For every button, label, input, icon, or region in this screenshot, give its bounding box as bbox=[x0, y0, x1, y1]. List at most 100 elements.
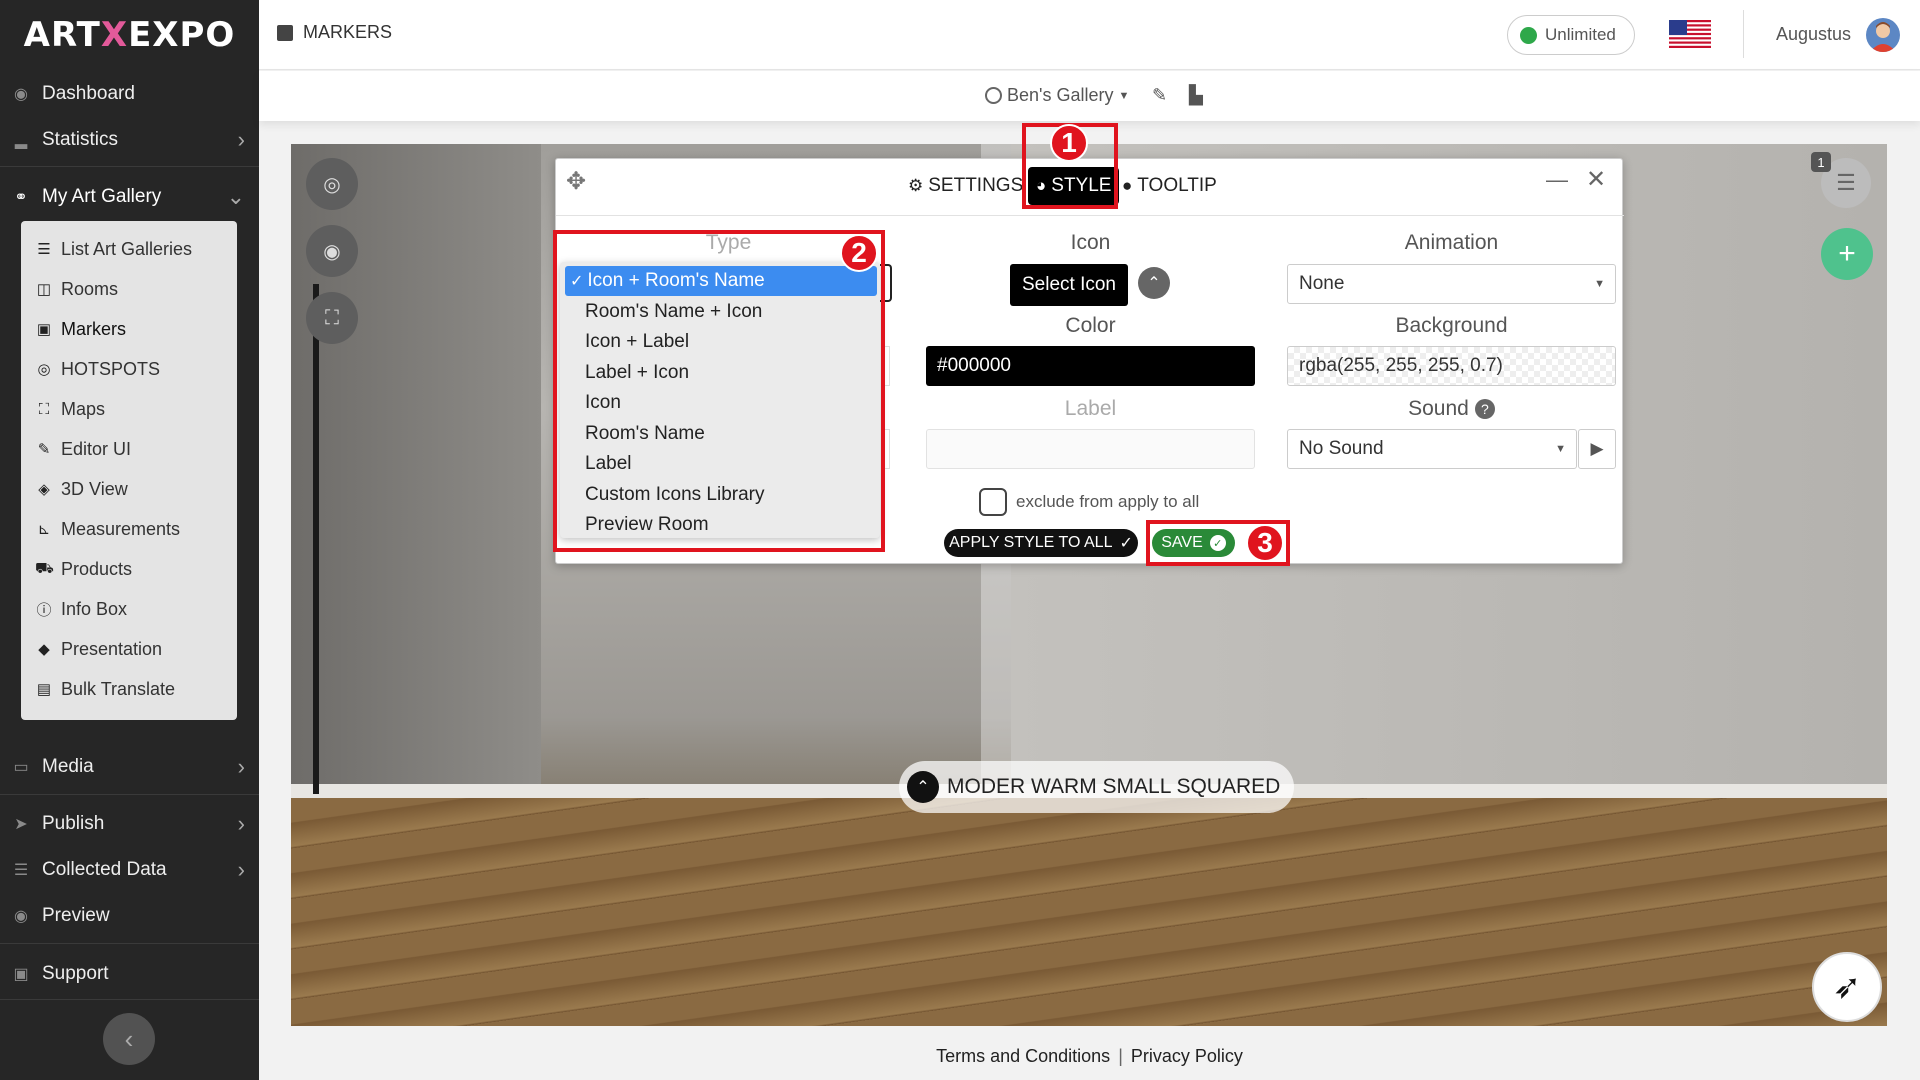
annotation-badge: 3 bbox=[1246, 524, 1284, 562]
editor-ui-icon[interactable]: ▙ bbox=[1189, 85, 1203, 106]
submenu-label: Maps bbox=[61, 398, 106, 419]
presentation-icon: ◆ bbox=[38, 641, 50, 658]
sidebar-item-label: Collected Data bbox=[42, 859, 167, 880]
sound-select[interactable]: No Sound ▼ bbox=[1287, 429, 1577, 469]
gallery-selector[interactable]: Ben's Gallery ▼ bbox=[985, 85, 1129, 106]
page-title: MARKERS bbox=[277, 22, 392, 43]
sidebar-item-preview[interactable]: ◉ Preview bbox=[0, 893, 259, 939]
icon-toggle-button[interactable]: ⌃ bbox=[1138, 267, 1170, 299]
color-field[interactable]: #000000 bbox=[926, 346, 1255, 386]
submenu-item-maps[interactable]: ⛶ Maps bbox=[35, 389, 105, 429]
apply-button-label: APPLY STYLE TO ALL bbox=[949, 534, 1113, 551]
tab-settings[interactable]: ⚙ SETTINGS bbox=[908, 167, 1023, 205]
submenu-label: Products bbox=[61, 558, 133, 579]
footer: Terms and Conditions | Privacy Policy bbox=[259, 1046, 1920, 1067]
select-icon-button[interactable]: Select Icon bbox=[1010, 264, 1128, 306]
send-icon: ➤ bbox=[14, 816, 28, 833]
submenu-item-list-art-galleries[interactable]: ☰ List Art Galleries bbox=[35, 229, 192, 269]
list-icon: ☰ bbox=[1836, 170, 1856, 195]
terms-link[interactable]: Terms and Conditions bbox=[936, 1046, 1110, 1066]
sidebar-item-label: My Art Gallery bbox=[42, 186, 162, 207]
compass-icon: ➶ bbox=[1832, 968, 1862, 1006]
background-field[interactable]: rgba(255, 255, 255, 0.7) bbox=[1287, 346, 1616, 386]
view-button[interactable]: ◉ bbox=[306, 225, 358, 277]
submenu-item-presentation[interactable]: ◆ Presentation bbox=[35, 629, 162, 669]
target-button[interactable]: ◎ bbox=[306, 158, 358, 210]
submenu-label: Info Box bbox=[61, 598, 128, 619]
monitor-icon: ▭ bbox=[13, 759, 29, 776]
add-marker-button[interactable]: + bbox=[1821, 228, 1873, 280]
plan-badge[interactable]: Unlimited bbox=[1507, 15, 1635, 55]
sidebar: ART X EXPO ◉ Dashboard ▂ Statistics › ⚭ My… bbox=[0, 0, 259, 1080]
ruler-icon: ⊾ bbox=[37, 521, 51, 538]
collapse-sidebar-button[interactable]: ‹ bbox=[103, 1013, 155, 1065]
submenu-item-editor-ui[interactable]: ✎ Editor UI bbox=[35, 429, 131, 469]
fullscreen-icon: ⛶ bbox=[325, 306, 339, 329]
sidebar-item-collected-data[interactable]: ☰ Collected Data › bbox=[0, 847, 259, 893]
privacy-link[interactable]: Privacy Policy bbox=[1131, 1046, 1243, 1066]
play-sound-button[interactable]: ▶ bbox=[1578, 429, 1616, 469]
color-label: Color bbox=[1065, 314, 1116, 337]
submenu-item-measurements[interactable]: ⊾ Measurements bbox=[35, 509, 180, 549]
map-icon: ⛶ bbox=[38, 400, 50, 418]
caret-down-icon: ▼ bbox=[1118, 89, 1130, 102]
annotation-badge: 2 bbox=[840, 234, 878, 272]
compass-button[interactable]: ➶ bbox=[1812, 952, 1882, 1022]
double-check-icon: ✓ bbox=[1119, 535, 1133, 552]
submenu-item-info-box[interactable]: ⓘ Info Box bbox=[35, 589, 127, 629]
move-icon[interactable]: ✥ bbox=[566, 167, 586, 196]
avatar[interactable] bbox=[1866, 18, 1900, 52]
submenu-item-hotspots[interactable]: ◎ HOTSPOTS bbox=[35, 349, 160, 389]
sidebar-item-label: Preview bbox=[42, 905, 110, 926]
annotation-badge: 1 bbox=[1050, 124, 1088, 162]
label-field[interactable] bbox=[926, 429, 1255, 469]
divider bbox=[0, 794, 259, 795]
sidebar-item-support[interactable]: ▣ Support bbox=[0, 951, 259, 997]
apply-style-to-all-button[interactable]: APPLY STYLE TO ALL ✓ bbox=[944, 529, 1138, 557]
room-marker[interactable]: ⌃ MODER WARM SMALL SQUARED bbox=[899, 761, 1295, 813]
gallery-bar: Ben's Gallery ▼ ✎ ▙ bbox=[259, 71, 1920, 121]
divider bbox=[0, 166, 259, 167]
submenu-item-bulk-translate[interactable]: ▤ Bulk Translate bbox=[35, 669, 175, 709]
sidebar-item-my-art-gallery[interactable]: ⚭ My Art Gallery ⌄ bbox=[0, 174, 259, 220]
us-flag-icon[interactable] bbox=[1669, 20, 1711, 48]
sidebar-item-statistics[interactable]: ▂ Statistics › bbox=[0, 117, 259, 163]
username[interactable]: Augustus bbox=[1776, 24, 1851, 45]
count-badge: 1 bbox=[1811, 152, 1831, 172]
marker-icon bbox=[277, 24, 293, 41]
minimize-icon[interactable]: — bbox=[1546, 167, 1568, 193]
plan-text: Unlimited bbox=[1545, 25, 1616, 44]
sidebar-item-label: Dashboard bbox=[42, 83, 135, 104]
sidebar-item-label: Support bbox=[42, 963, 109, 984]
logo-text-x: X bbox=[100, 15, 129, 55]
translate-icon: ▤ bbox=[36, 681, 52, 698]
sidebar-item-publish[interactable]: ➤ Publish › bbox=[0, 801, 259, 847]
hotspot-icon: ◎ bbox=[37, 361, 51, 378]
marker-label: MODER WARM SMALL SQUARED bbox=[947, 775, 1281, 798]
tab-tooltip[interactable]: ● TOOLTIP bbox=[1122, 167, 1217, 205]
submenu-item-products[interactable]: ⛟ Products bbox=[35, 549, 132, 589]
animation-select[interactable]: None ▼ bbox=[1287, 264, 1616, 304]
animation-value: None bbox=[1299, 273, 1345, 294]
dashboard-icon: ◉ bbox=[14, 86, 28, 103]
footer-separator: | bbox=[1118, 1046, 1123, 1066]
sidebar-item-label: Media bbox=[42, 756, 94, 777]
edit-icon[interactable]: ✎ bbox=[1152, 85, 1167, 106]
artexpo-logo[interactable]: ART X EXPO bbox=[0, 0, 259, 70]
sidebar-item-dashboard[interactable]: ◉ Dashboard bbox=[0, 71, 259, 117]
gear-icon: ⚙ bbox=[908, 176, 924, 195]
submenu-item-rooms[interactable]: ◫ Rooms bbox=[35, 269, 118, 309]
editor-icon: ✎ bbox=[37, 441, 51, 458]
submenu-item-markers[interactable]: ▣ Markers bbox=[35, 309, 126, 349]
annotation-box-type-dropdown bbox=[553, 230, 885, 552]
fullscreen-button[interactable]: ⛶ bbox=[306, 292, 358, 344]
sidebar-item-media[interactable]: ▭ Media › bbox=[0, 744, 259, 790]
close-icon[interactable]: ✕ bbox=[1586, 165, 1606, 194]
chevron-down-icon: ⌄ bbox=[226, 184, 245, 209]
submenu-label: Editor UI bbox=[61, 438, 132, 459]
exclude-checkbox[interactable] bbox=[979, 488, 1007, 516]
help-icon[interactable]: ? bbox=[1474, 399, 1495, 420]
submenu-label: Measurements bbox=[61, 518, 181, 539]
submenu-item-3d-view[interactable]: ◈ 3D View bbox=[35, 469, 127, 509]
background-label: Background bbox=[1395, 314, 1508, 337]
